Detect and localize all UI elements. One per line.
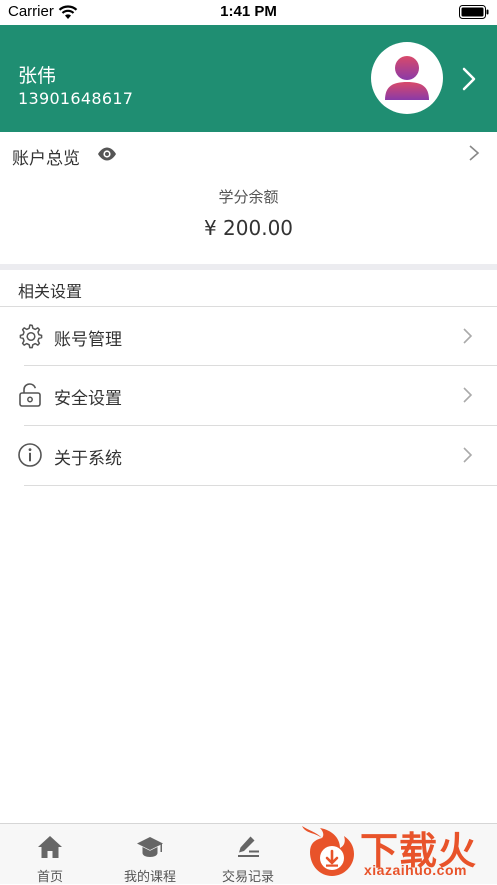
tab-label: 首页: [36, 870, 63, 885]
flame-logo-icon: [302, 826, 354, 876]
about-system-row[interactable]: 关于系统: [0, 426, 497, 485]
tab-transactions[interactable]: 交易记录: [198, 824, 298, 885]
avatar[interactable]: [371, 42, 443, 114]
security-settings-row[interactable]: 安全设置: [0, 366, 497, 425]
divider: [24, 485, 497, 486]
settings-section-title: 相关设置: [18, 282, 83, 301]
edit-icon: [238, 836, 259, 857]
chevron-right-icon[interactable]: [460, 65, 478, 93]
user-phone: 13901648617: [18, 89, 134, 108]
chevron-right-icon[interactable]: [467, 143, 481, 163]
watermark-subtext: xiazaihuo.com: [364, 862, 467, 878]
status-bar: Carrier 1:41 PM: [0, 0, 497, 25]
balance-label: 学分余额: [218, 188, 279, 206]
chevron-right-icon: [463, 447, 473, 463]
watermark: 下载火 xiazaihuo.com: [292, 818, 497, 883]
clock: 1:41 PM: [220, 3, 277, 20]
security-settings-label: 安全设置: [54, 389, 122, 409]
eye-icon[interactable]: [97, 146, 117, 162]
graduation-cap-icon: [137, 837, 163, 857]
about-system-label: 关于系统: [54, 449, 122, 469]
chevron-right-icon: [463, 328, 473, 344]
profile-header[interactable]: 张伟 13901648617: [0, 25, 497, 132]
tab-home[interactable]: 首页: [0, 824, 100, 885]
unlock-icon: [19, 383, 41, 407]
account-management-row[interactable]: 账号管理: [0, 307, 497, 366]
section-divider: [0, 264, 497, 270]
account-overview-title: 账户总览: [12, 149, 80, 169]
battery-icon: [459, 5, 489, 19]
user-avatar-icon: [385, 56, 429, 100]
home-icon: [38, 836, 62, 858]
account-management-label: 账号管理: [54, 330, 122, 350]
tab-label: 交易记录: [221, 870, 274, 885]
gear-icon: [19, 324, 43, 349]
balance-value: ¥ 200.00: [203, 216, 294, 240]
tab-my-courses[interactable]: 我的课程: [100, 824, 200, 885]
chevron-right-icon: [463, 387, 473, 403]
tab-label: 我的课程: [123, 870, 176, 885]
info-icon: [18, 443, 42, 467]
user-name: 张伟: [18, 65, 57, 87]
